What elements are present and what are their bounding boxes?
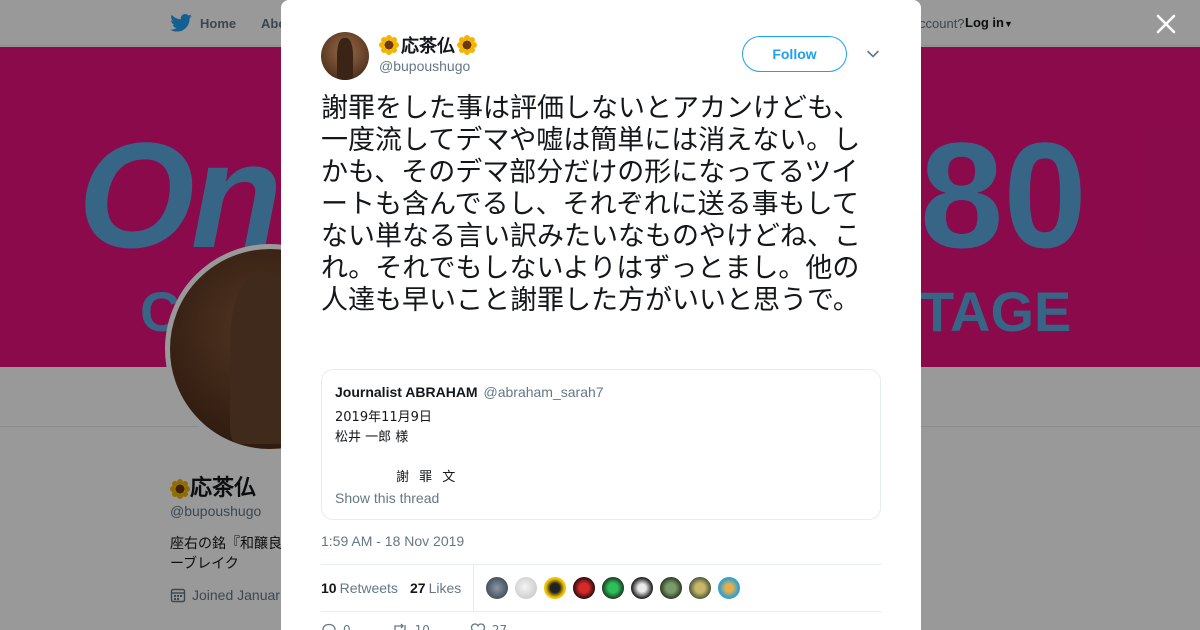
liker-avatar[interactable]	[630, 576, 654, 600]
stats-divider	[473, 565, 474, 611]
tweet-text: 謝罪をした事は評価しないとアカンけども、一度流してデマや嘘は簡単には消えない。し…	[321, 93, 861, 316]
close-icon[interactable]	[1152, 10, 1180, 38]
follow-button[interactable]: Follow	[742, 36, 847, 72]
liker-avatar[interactable]	[601, 576, 625, 600]
author-name[interactable]: 応茶仏	[379, 32, 477, 58]
likes-stat[interactable]: 27 Likes	[410, 580, 461, 596]
retweet-icon	[393, 623, 406, 630]
heart-icon	[470, 623, 486, 630]
author-name-label: 応茶仏	[401, 36, 455, 57]
show-thread-link[interactable]: Show this thread	[335, 490, 439, 506]
liker-avatar[interactable]	[659, 576, 683, 600]
reply-icon	[322, 623, 336, 630]
liker-avatar[interactable]	[543, 576, 567, 600]
quoted-line-title: 謝 罪 文	[396, 470, 459, 485]
retweet-count: 10	[414, 623, 430, 630]
liker-avatar[interactable]	[717, 576, 741, 600]
liker-avatar[interactable]	[688, 576, 712, 600]
tweet-stats: 10 Retweets 27 Likes	[321, 564, 881, 612]
retweets-stat[interactable]: 10 Retweets	[321, 580, 398, 596]
tweet-timestamp[interactable]: 1:59 AM - 18 Nov 2019	[321, 533, 464, 549]
liker-avatars	[485, 576, 741, 600]
author-avatar-figure	[337, 38, 353, 80]
tweet-actions: 0 10 27	[321, 622, 507, 630]
quoted-line-date: 2019年11月9日	[335, 410, 432, 425]
liker-avatar[interactable]	[572, 576, 596, 600]
tweet-modal: 応茶仏 @bupoushugo Follow 謝罪をした事は評価しないとアカンけ…	[281, 0, 921, 630]
retweets-label: Retweets	[339, 580, 398, 596]
quoted-author-name: Journalist ABRAHAM	[335, 384, 478, 400]
reply-count: 0	[343, 623, 351, 630]
like-count: 27	[491, 623, 508, 630]
quoted-author-handle: @abraham_sarah7	[483, 384, 604, 400]
like-action[interactable]: 27	[470, 622, 507, 630]
likes-label: Likes	[428, 580, 462, 596]
reply-action[interactable]: 0	[321, 622, 351, 630]
retweet-action[interactable]: 10	[391, 622, 430, 630]
sunflower-icon	[379, 35, 399, 55]
liker-avatar[interactable]	[514, 576, 538, 600]
likes-count: 27	[410, 580, 426, 596]
sunflower-icon	[457, 35, 477, 55]
quoted-tweet[interactable]: Journalist ABRAHAM @abraham_sarah7 2019年…	[321, 369, 881, 520]
liker-avatar[interactable]	[485, 576, 509, 600]
author-avatar[interactable]	[321, 32, 369, 80]
quoted-line-recipient: 松井 一郎 様	[335, 430, 409, 445]
author-handle[interactable]: @bupoushugo	[379, 58, 470, 74]
quoted-tweet-header: Journalist ABRAHAM @abraham_sarah7	[335, 384, 604, 400]
chevron-down-icon[interactable]	[865, 46, 881, 62]
retweets-count: 10	[321, 580, 337, 596]
